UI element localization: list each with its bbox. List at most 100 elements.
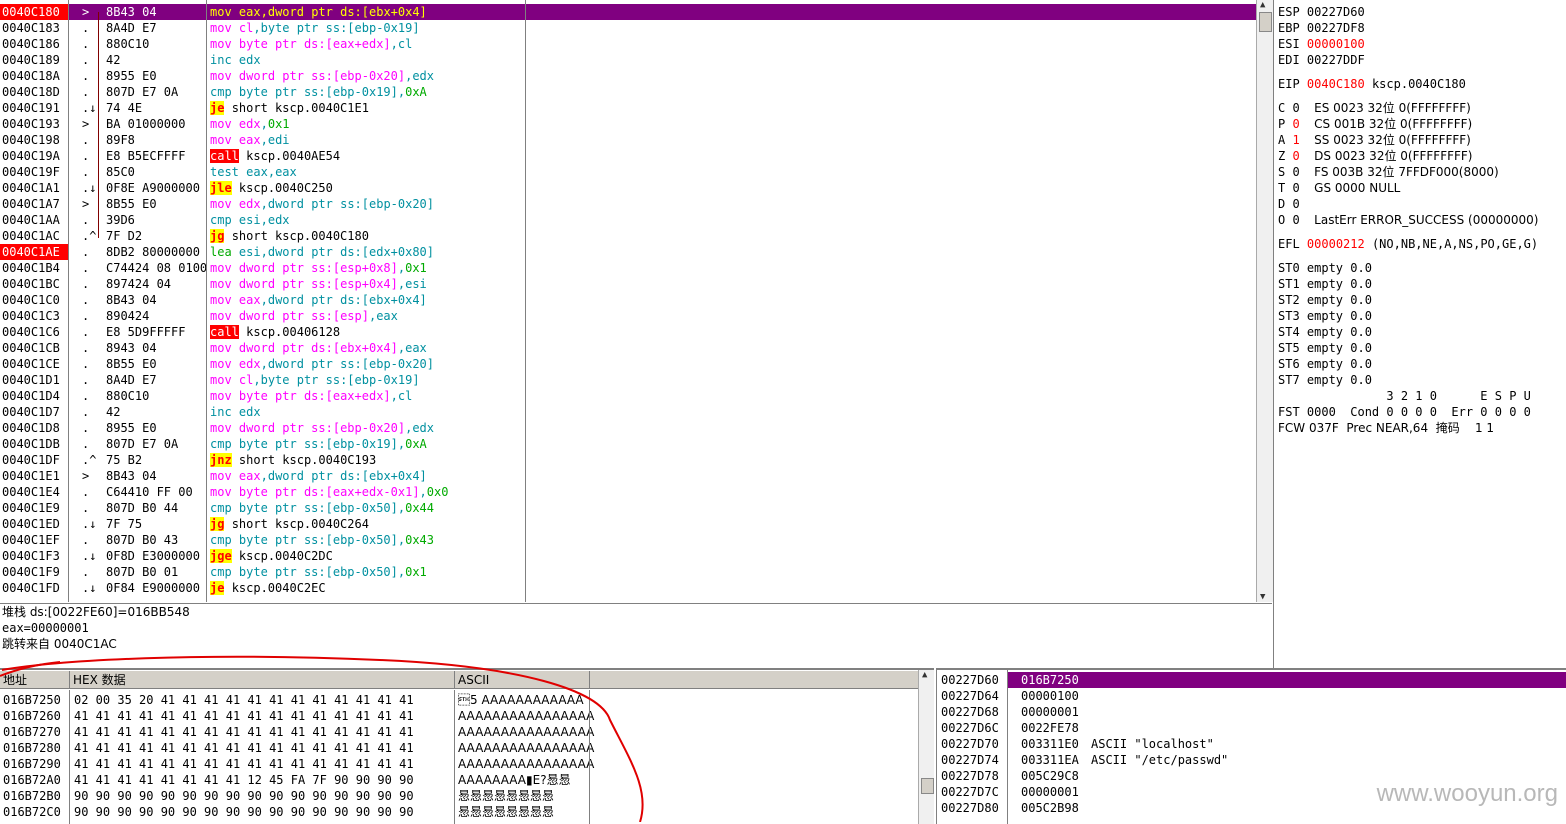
dump-row[interactable]: 016B72B0 90 90 90 90 90 90 90 90 90 90 90… bbox=[0, 788, 918, 804]
dump-header-hex[interactable]: HEX 数据 bbox=[70, 671, 455, 689]
disasm-instruction: cmp byte ptr ss:[ebp-0x19],0xA bbox=[210, 84, 524, 100]
disasm-instruction: lea esi,dword ptr ds:[edx+0x80] bbox=[210, 244, 524, 260]
disasm-row[interactable]: 0040C1FD .↓ 0F84 E9000000 je kscp.0040C2EC bbox=[0, 580, 1256, 596]
disasm-row[interactable]: 0040C19A. E8 B5ECFFFF call kscp.0040AE54 bbox=[0, 148, 1256, 164]
disasm-row[interactable]: 0040C1CB. 8943 04 mov dword ptr ds:[ebx+0x… bbox=[0, 340, 1256, 356]
disasm-address: 0040C183 bbox=[2, 21, 60, 35]
operand: short kscp.0040C193 bbox=[238, 453, 377, 467]
disasm-address: 0040C1AE bbox=[0, 244, 68, 260]
disasm-row[interactable]: 0040C1BC. 897424 04 mov dword ptr ss:[esp+… bbox=[0, 276, 1256, 292]
disasm-row[interactable]: 0040C189. 42 inc edx bbox=[0, 52, 1256, 68]
disasm-row[interactable]: 0040C1D4. 880C10 mov byte ptr ds:[eax+edx]… bbox=[0, 388, 1256, 404]
disasm-row[interactable]: 0040C191 .↓ 74 4E je short kscp.0040C1E1 bbox=[0, 100, 1256, 116]
dump-header-address[interactable]: 地址 bbox=[0, 671, 70, 689]
disasm-row[interactable]: 0040C1C6. E8 5D9FFFFF call kscp.00406128 bbox=[0, 324, 1256, 340]
dump-row[interactable]: 016B7250 02 00 35 20 41 41 41 41 41 41 41… bbox=[0, 692, 918, 708]
disasm-row[interactable]: 0040C1CE. 8B55 E0 mov edx,dword ptr ss:[eb… bbox=[0, 356, 1256, 372]
disasm-row[interactable]: 0040C198. 89F8 mov eax,edi bbox=[0, 132, 1256, 148]
disasm-row[interactable]: 0040C1F3 .↓ 0F8D E3000000 jge kscp.0040C2DC bbox=[0, 548, 1256, 564]
scroll-up-icon[interactable]: ▲ bbox=[1260, 0, 1265, 10]
scrollbar-thumb[interactable] bbox=[921, 778, 934, 794]
dump-row[interactable]: 016B72A0 41 41 41 41 41 41 41 41 12 45 FA… bbox=[0, 772, 918, 788]
dump-row[interactable]: 016B7270 41 41 41 41 41 41 41 41 41 41 41… bbox=[0, 724, 918, 740]
disasm-instruction: mov edx,dword ptr ss:[ebp-0x20] bbox=[210, 356, 524, 372]
disasm-row[interactable]: 0040C186. 880C10 mov byte ptr ds:[eax+edx]… bbox=[0, 36, 1256, 52]
stack-row[interactable]: 00227D60 016B7250 bbox=[937, 672, 1566, 688]
disasm-row[interactable]: 0040C180 >8B43 04 mov eax,dword ptr ds:[eb… bbox=[0, 4, 1256, 20]
disasm-hex: 8B43 04 bbox=[106, 293, 157, 307]
register-name: EIP bbox=[1278, 77, 1300, 91]
disasm-row[interactable]: 0040C1A7 >8B55 E0 mov edx,dword ptr ss:[eb… bbox=[0, 196, 1256, 212]
disasm-hex: 42 bbox=[106, 53, 121, 67]
dump-header-ascii[interactable]: ASCII bbox=[455, 671, 590, 689]
disassembly-pane[interactable]: 0040C180 >8B43 04 mov eax,dword ptr ds:[eb… bbox=[0, 0, 1256, 602]
operand: 0x1 bbox=[405, 565, 427, 579]
disasm-row[interactable]: 0040C1D7. 42 inc edx bbox=[0, 404, 1256, 420]
operand: byte ptr ss:[ebp-0x19] bbox=[238, 437, 398, 451]
disasm-hex: 8A4D E7 bbox=[106, 373, 157, 387]
disassembly-scrollbar[interactable]: ▲ ▼ bbox=[1256, 0, 1273, 602]
stack-row[interactable]: 00227D68 00000001 bbox=[937, 704, 1566, 720]
memory-dump-pane[interactable]: 地址 HEX 数据 ASCII 016B7250 02 00 35 20 41 4… bbox=[0, 668, 934, 824]
register-line: ST4 empty 0.0 bbox=[1278, 324, 1372, 340]
disasm-row[interactable]: 0040C1D1. 8A4D E7 mov cl,byte ptr ss:[ebp-… bbox=[0, 372, 1256, 388]
dump-row[interactable]: 016B72C0 90 90 90 90 90 90 90 90 90 90 90… bbox=[0, 804, 918, 820]
operand: edx bbox=[238, 117, 261, 131]
instruction-mnemonic: mov bbox=[210, 133, 232, 147]
disasm-row[interactable]: 0040C1E1 >8B43 04 mov eax,dword ptr ds:[eb… bbox=[0, 468, 1256, 484]
disasm-row[interactable]: 0040C1DB. 807D E7 0A cmp byte ptr ss:[ebp-… bbox=[0, 436, 1256, 452]
disasm-row[interactable]: 0040C1B4. C74424 08 01000000 mov dword ptr… bbox=[0, 260, 1256, 276]
disasm-instruction: mov dword ptr ss:[ebp-0x20],edx bbox=[210, 68, 524, 84]
disasm-row[interactable]: 0040C1AE. 8DB2 80000000 lea esi,dword ptr … bbox=[0, 244, 1256, 260]
operand: dword ptr ss:[ebp-0x20] bbox=[267, 357, 435, 371]
operand: edx bbox=[267, 213, 290, 227]
disasm-hex: 880C10 bbox=[106, 389, 150, 403]
disasm-row[interactable]: 0040C1DF .^ 75 B2 jnz short kscp.0040C193 bbox=[0, 452, 1256, 468]
dump-scrollbar[interactable]: ▲ bbox=[918, 670, 934, 824]
scroll-up-icon[interactable]: ▲ bbox=[922, 670, 927, 680]
column-divider bbox=[206, 0, 207, 602]
instruction-mnemonic: lea bbox=[210, 245, 232, 259]
disasm-row[interactable]: 0040C1EF. 807D B0 43 cmp byte ptr ss:[ebp-… bbox=[0, 532, 1256, 548]
disasm-row[interactable]: 0040C1E9. 807D B0 44 cmp byte ptr ss:[ebp-… bbox=[0, 500, 1256, 516]
dump-row[interactable]: 016B7280 41 41 41 41 41 41 41 41 41 41 41… bbox=[0, 740, 918, 756]
disasm-hex: 807D B0 44 bbox=[106, 501, 179, 515]
stack-row[interactable]: 00227D70 003311E0 ASCII "localhost" bbox=[937, 736, 1566, 752]
registers-pane[interactable]: EDX 0022FE9C ESP 00227D60 EBP 00227DF8ESI … bbox=[1273, 0, 1566, 668]
operand: 0x1 bbox=[405, 261, 427, 275]
disasm-instruction: cmp byte ptr ss:[ebp-0x19],0xA bbox=[210, 436, 524, 452]
scrollbar-thumb[interactable] bbox=[1259, 12, 1272, 32]
disasm-row[interactable]: 0040C1AC .^ 7F D2 jg short kscp.0040C180 bbox=[0, 228, 1256, 244]
disasm-row[interactable]: 0040C1AA. 39D6 cmp esi,edx bbox=[0, 212, 1256, 228]
dump-row[interactable]: 016B7290 41 41 41 41 41 41 41 41 41 41 41… bbox=[0, 756, 918, 772]
disasm-address: 0040C1C0 bbox=[2, 293, 60, 307]
disasm-row[interactable]: 0040C18A. 8955 E0 mov dword ptr ss:[ebp-0x… bbox=[0, 68, 1256, 84]
jump-marker: . bbox=[82, 133, 90, 147]
dump-row[interactable]: 016B7260 41 41 41 41 41 41 41 41 41 41 41… bbox=[0, 708, 918, 724]
disasm-instruction: mov cl,byte ptr ss:[ebp-0x19] bbox=[210, 372, 524, 388]
operand-separator: , bbox=[390, 389, 398, 403]
stack-row[interactable]: 00227D6C 0022FE78 bbox=[937, 720, 1566, 736]
disasm-address: 0040C1AC bbox=[2, 229, 60, 243]
disasm-row[interactable]: 0040C1A1 .↓ 0F8E A9000000 jle kscp.0040C250 bbox=[0, 180, 1256, 196]
scroll-down-icon[interactable]: ▼ bbox=[1260, 592, 1265, 602]
disasm-row[interactable]: 0040C19F. 85C0 test eax,eax bbox=[0, 164, 1256, 180]
stack-row[interactable]: 00227D64 00000100 bbox=[937, 688, 1566, 704]
disasm-row[interactable]: 0040C1C0. 8B43 04 mov eax,dword ptr ds:[eb… bbox=[0, 292, 1256, 308]
operand: 0x43 bbox=[405, 533, 435, 547]
stack-value: 005C29C8 bbox=[1021, 769, 1079, 783]
disasm-row[interactable]: 0040C1C3. 890424 mov dword ptr ss:[esp],ea… bbox=[0, 308, 1256, 324]
disasm-row[interactable]: 0040C183. 8A4D E7 mov cl,byte ptr ss:[ebp-… bbox=[0, 20, 1256, 36]
stack-row[interactable]: 00227D74 003311EA ASCII "/etc/passwd" bbox=[937, 752, 1566, 768]
flag-value: 0 bbox=[1292, 165, 1300, 179]
disasm-row[interactable]: 0040C1E4. C64410 FF 00 mov byte ptr ds:[ea… bbox=[0, 484, 1256, 500]
disasm-row[interactable]: 0040C193 > BA 01000000 mov edx,0x1 bbox=[0, 116, 1256, 132]
disasm-address: 0040C1E9 bbox=[2, 501, 60, 515]
disasm-row[interactable]: 0040C1D8. 8955 E0 mov dword ptr ss:[ebp-0x… bbox=[0, 420, 1256, 436]
disasm-row[interactable]: 0040C1F9. 807D B0 01 cmp byte ptr ss:[ebp-… bbox=[0, 564, 1256, 580]
disasm-row[interactable]: 0040C18D. 807D E7 0A cmp byte ptr ss:[ebp-… bbox=[0, 84, 1256, 100]
disasm-row[interactable]: 0040C1ED .↓ 7F 75 jg short kscp.0040C264 bbox=[0, 516, 1256, 532]
operand: eax bbox=[238, 5, 261, 19]
